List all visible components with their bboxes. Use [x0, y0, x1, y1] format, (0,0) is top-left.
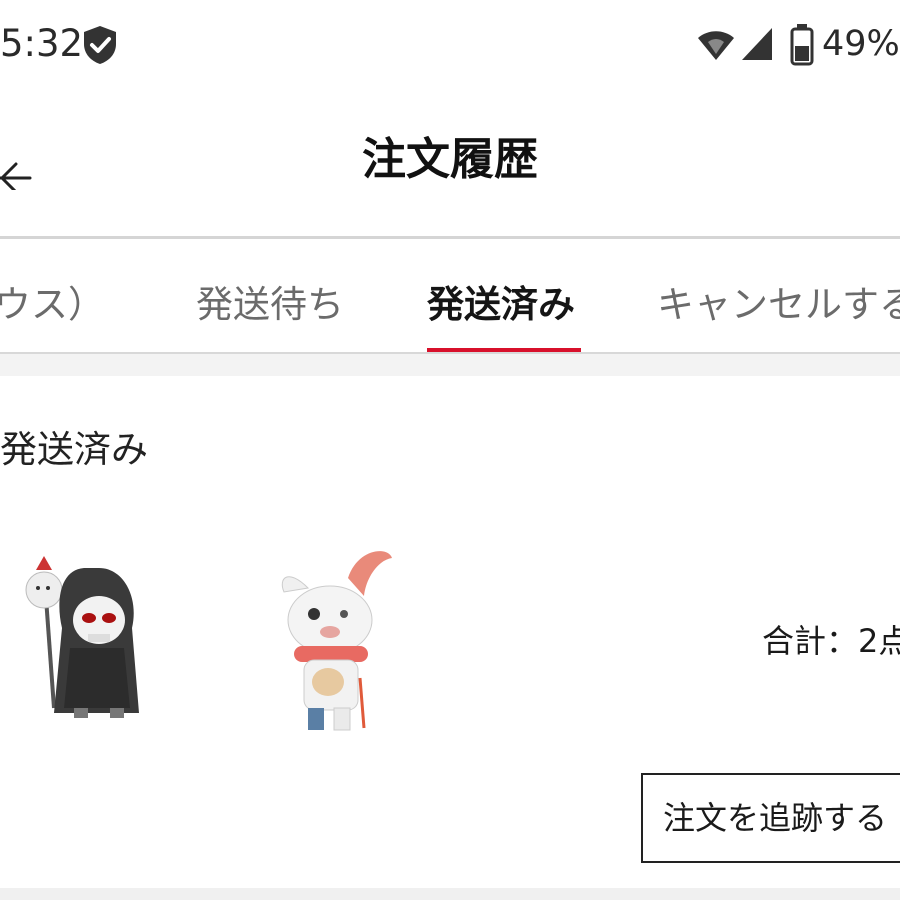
status-time: 5:32 — [0, 22, 84, 65]
signal-icon — [742, 28, 772, 60]
order-total: 合計：2点 — [762, 622, 900, 660]
page-title: 注文履歴 — [362, 134, 538, 185]
status-bar: 5:32 49% — [0, 0, 900, 90]
wifi-icon — [698, 31, 734, 60]
battery-percentage: 49% — [822, 24, 900, 64]
tab-awaiting-shipment[interactable]: 発送待ち — [196, 279, 344, 331]
order-status-tabs: ウス） 発送待ち 発送済み キャンセルする — [0, 239, 900, 355]
order-history-screen: 5:32 49% 注文履歴 ウス） 発送待ち 発送済み キャンセルする 発送済み… — [0, 0, 900, 900]
shield-check-icon — [84, 26, 116, 64]
track-order-button[interactable]: 注文を追跡する — [641, 773, 900, 863]
bottom-section-gap — [0, 888, 900, 900]
section-gap — [0, 354, 900, 376]
tab-shipped[interactable]: 発送済み — [427, 279, 575, 331]
product-image-bunny[interactable] — [268, 548, 408, 738]
product-image-reaper[interactable] — [14, 548, 154, 738]
tab-cancelled[interactable]: キャンセルする — [657, 279, 900, 331]
tab-warehouse[interactable]: ウス） — [0, 279, 105, 331]
app-header: 注文履歴 — [0, 110, 900, 238]
order-status-label: 発送済み — [0, 428, 148, 471]
battery-icon — [790, 24, 814, 66]
